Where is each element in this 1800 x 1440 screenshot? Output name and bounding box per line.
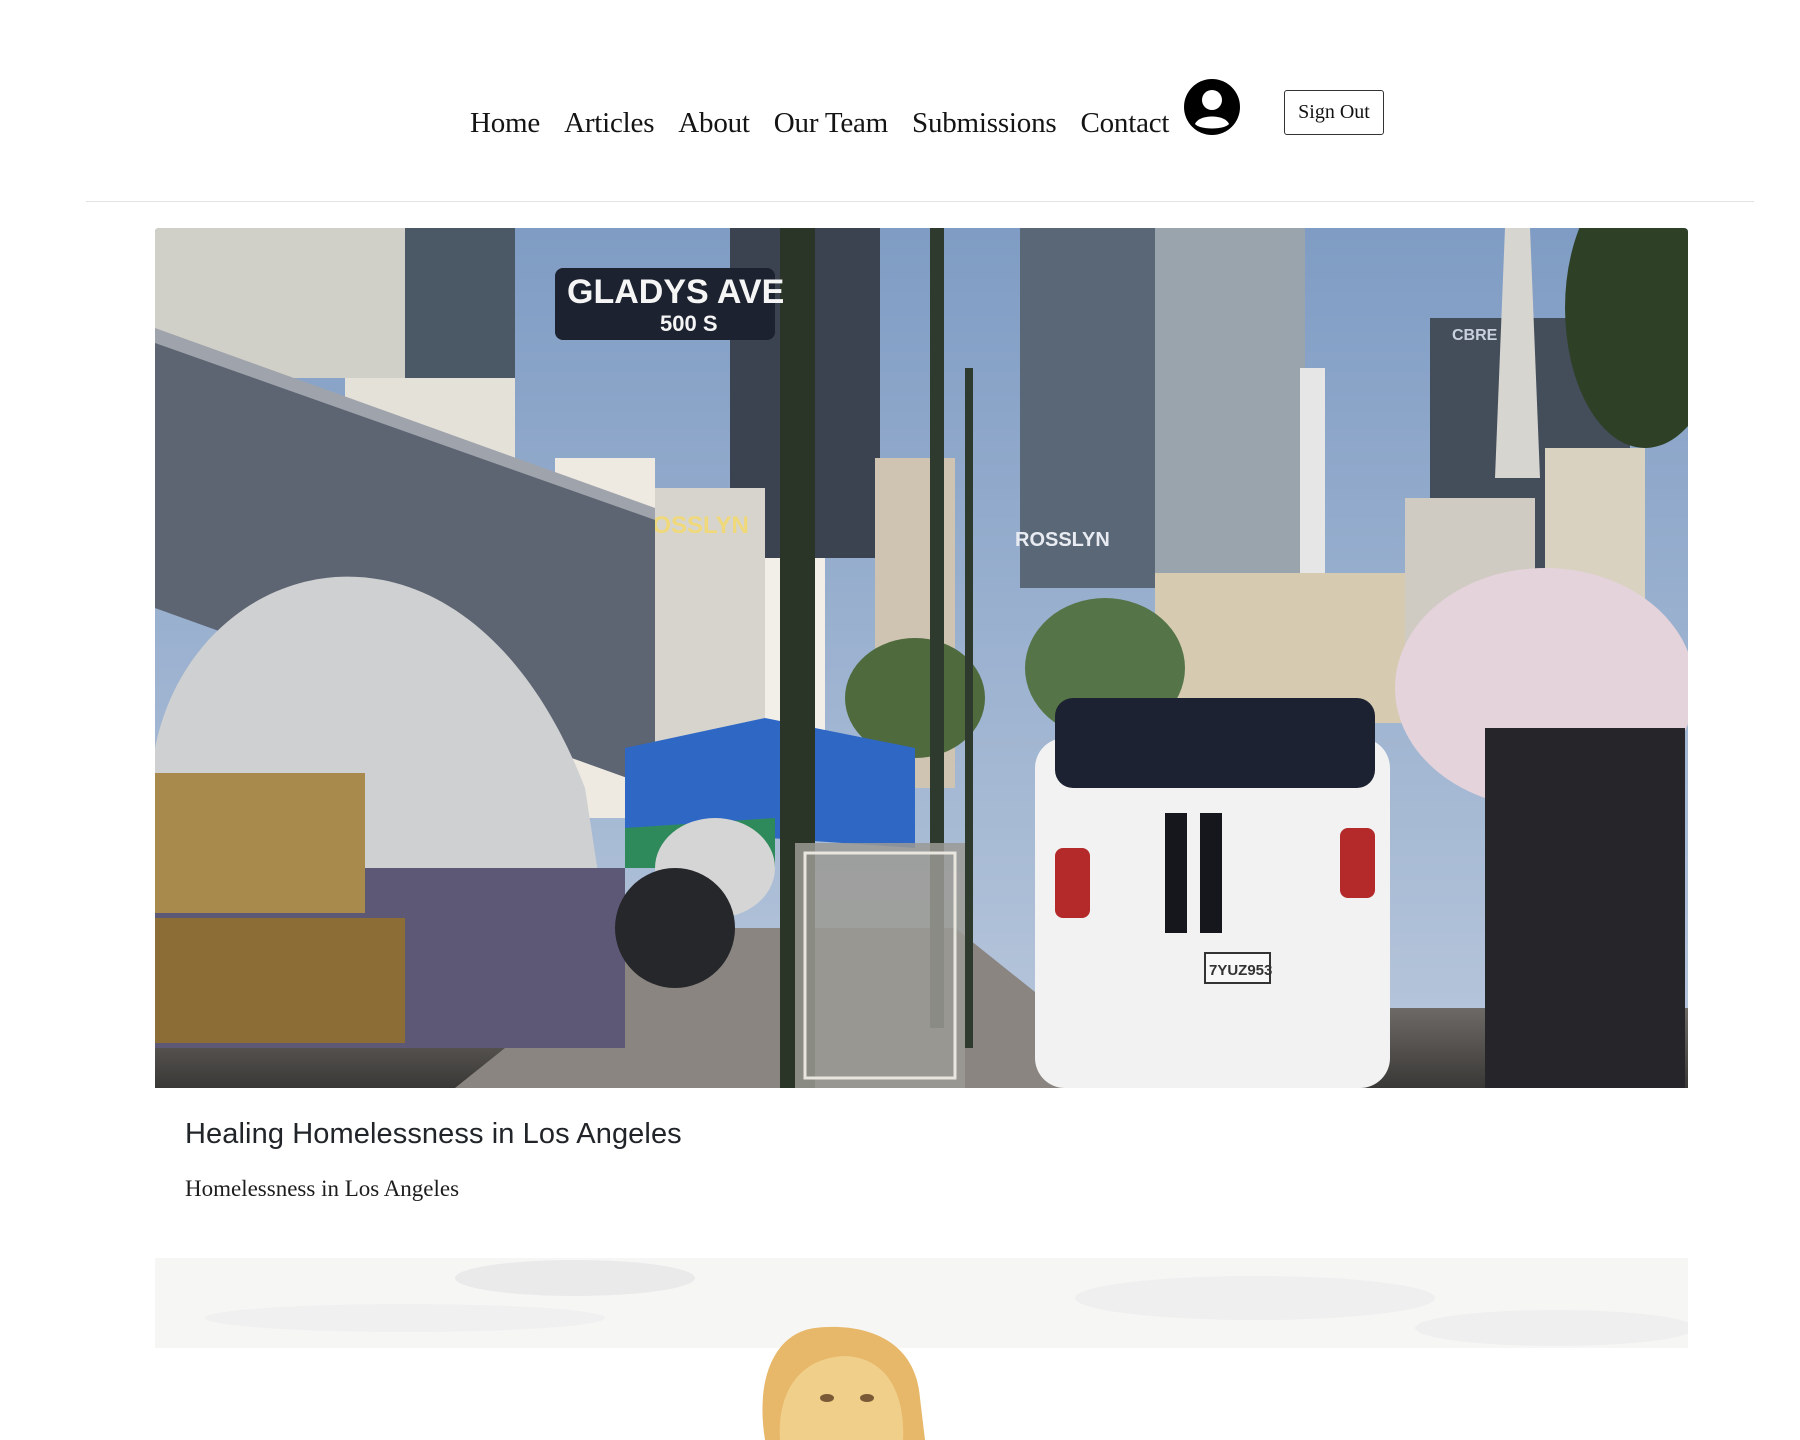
article-title[interactable]: Healing Homelessness in Los Angeles [185, 1118, 682, 1151]
user-circle-icon[interactable] [1183, 78, 1241, 136]
license-plate-text: 7YUZ953 [1209, 962, 1272, 979]
nav-home[interactable]: Home [470, 101, 540, 140]
nav-our-team[interactable]: Our Team [774, 101, 888, 140]
page: Home Articles About Our Team Submissions… [0, 0, 1800, 1440]
site-header: Home Articles About Our Team Submissions… [0, 0, 1800, 202]
article-description: Homelessness in Los Angeles [185, 1176, 460, 1201]
nav-submissions[interactable]: Submissions [912, 101, 1057, 140]
rooftop-sign-right: ROSSLYN [1015, 529, 1110, 551]
sign-out-button[interactable]: Sign Out [1284, 90, 1384, 135]
article-image[interactable] [155, 1238, 1688, 1440]
street-sign-number: 500 S [660, 311, 718, 336]
header-divider [86, 201, 1754, 202]
main-nav: Home Articles About Our Team Submissions… [470, 76, 1193, 164]
street-sign-name: GLADYS AVE [567, 273, 784, 311]
tower-sign-text: CBRE [1452, 327, 1498, 344]
nav-contact[interactable]: Contact [1080, 101, 1169, 140]
nav-articles[interactable]: Articles [564, 101, 654, 140]
nav-about[interactable]: About [678, 101, 750, 140]
article-image[interactable]: CBRE ROSSLYN ROSSLYN GLADYS AVE 500 S 7Y… [155, 228, 1688, 1088]
